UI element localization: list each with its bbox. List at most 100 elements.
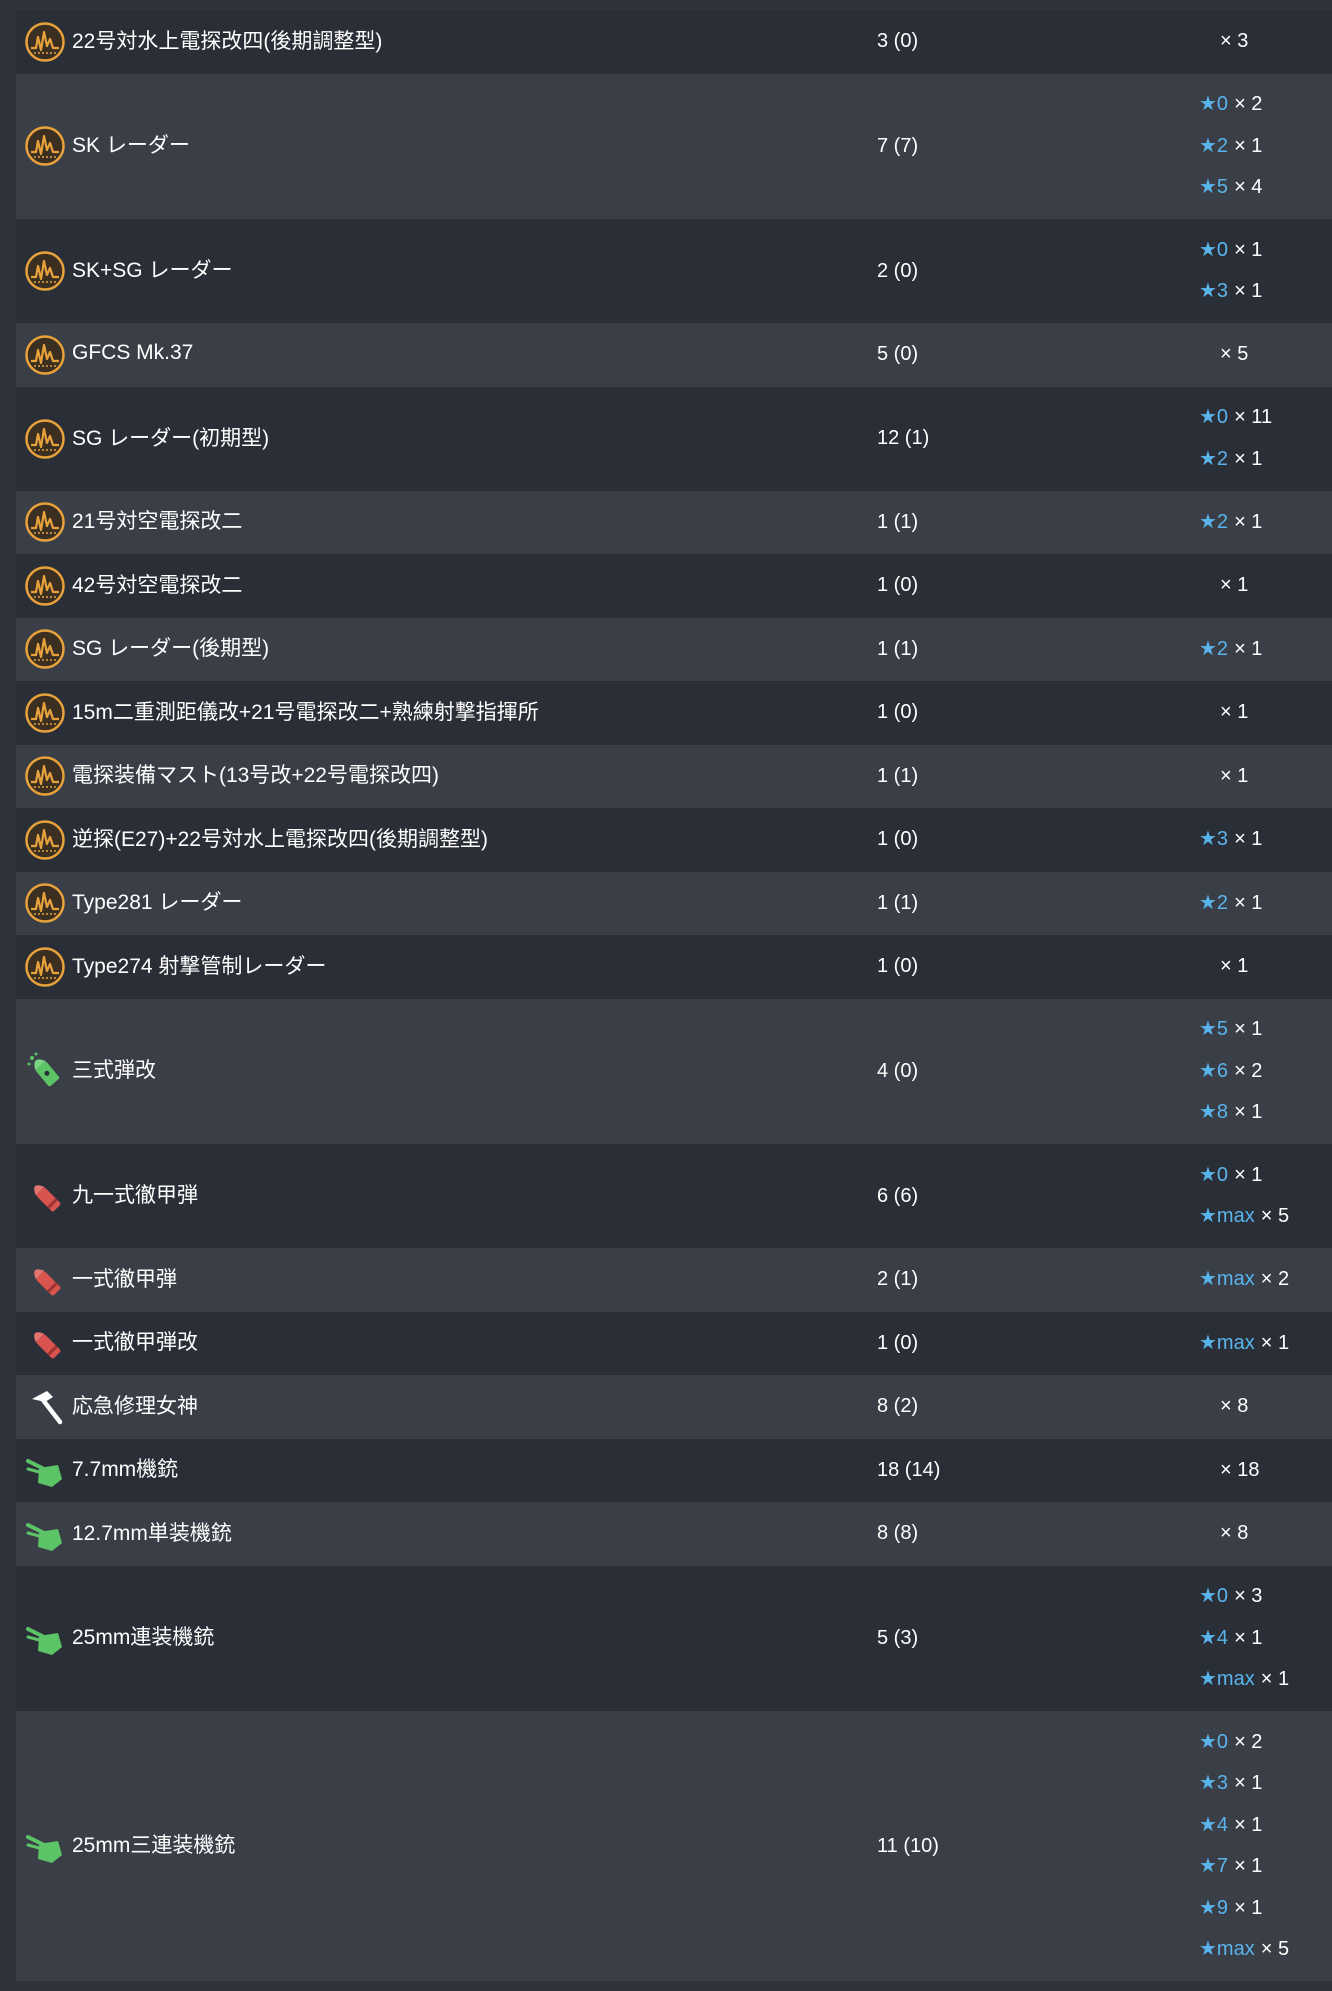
radar-icon: [24, 628, 66, 670]
equipment-count: 1 (0): [877, 1331, 919, 1354]
table-row: 7.7mm機銃 18 (14) × 18: [16, 1438, 1332, 1503]
equipment-name-cell: 逆探(E27)+22号対水上電探改四(後期調整型): [24, 808, 488, 872]
table-row: 逆探(E27)+22号対水上電探改四(後期調整型) 1 (0) ★3 × 1: [16, 808, 1332, 872]
level-entry: × 1: [1199, 692, 1248, 734]
improvement-levels: ★2 × 1: [1199, 872, 1262, 936]
level-entry: ★9 × 1: [1199, 1888, 1289, 1930]
radar-icon: [24, 819, 66, 861]
level-entry: ★max × 5: [1199, 1196, 1289, 1238]
improvement-levels: × 18: [1199, 1439, 1259, 1503]
level-entry: ★2 × 1: [1199, 502, 1262, 544]
level-entry: ★0 × 1: [1199, 1155, 1289, 1197]
table-row: SK レーダー 7 (7) ★0 × 2 ★2 × 1 ★5 × 4: [16, 73, 1332, 219]
table-row: 25mm連装機銃 5 (3) ★0 × 3 ★4 × 1 ★max × 1: [16, 1565, 1332, 1712]
equipment-count: 4 (0): [877, 1059, 919, 1082]
equipment-name: 25mm三連装機銃: [72, 1834, 236, 1857]
star-level: ★7: [1199, 1855, 1229, 1877]
level-multiplier: × 5: [1260, 1205, 1290, 1227]
equipment-count: 8 (2): [877, 1395, 919, 1418]
equipment-name-cell: Type274 射撃管制レーダー: [24, 935, 326, 999]
improvement-levels: × 1: [1199, 935, 1248, 999]
table-row: SK+SG レーダー 2 (0) ★0 × 1 ★3 × 1: [16, 219, 1332, 323]
radar-icon: [24, 334, 66, 376]
aa-gun-icon: [24, 1449, 66, 1491]
star-level: ★2: [1199, 891, 1229, 914]
level-multiplier: × 1: [1234, 134, 1263, 157]
equipment-name-cell: SK+SG レーダー: [24, 219, 232, 323]
improvement-levels: ★0 × 3 ★4 × 1 ★max × 1: [1199, 1566, 1289, 1712]
improvement-levels: ★2 × 1: [1199, 491, 1262, 555]
star-level: ★0: [1199, 238, 1229, 261]
aa-gun-icon: [24, 1617, 66, 1659]
star-level: ★max: [1199, 1938, 1255, 1960]
table-row: 42号対空電探改二 1 (0) × 1: [16, 554, 1332, 618]
improvement-levels: × 1: [1199, 554, 1248, 618]
level-multiplier: × 1: [1234, 1855, 1263, 1877]
improvement-levels: × 8: [1199, 1502, 1248, 1566]
improvement-levels: ★2 × 1: [1199, 618, 1262, 682]
level-entry: × 8: [1199, 1386, 1248, 1428]
equipment-count: 1 (0): [877, 955, 919, 978]
improvement-levels: × 1: [1199, 681, 1248, 745]
table-row: 三式弾改 4 (0) ★5 × 1 ★6 × 2 ★8 × 1: [16, 998, 1332, 1144]
star-level: ★0: [1199, 93, 1229, 115]
star-level: ★5: [1199, 1018, 1229, 1040]
table-row: 22号対水上電探改四(後期調整型) 3 (0) × 3: [16, 10, 1332, 74]
equipment-count: 2 (0): [877, 259, 919, 282]
equipment-name: SK レーダー: [72, 134, 190, 158]
equipment-name: 九一式徹甲弾: [72, 1184, 198, 1207]
radar-icon: [24, 565, 66, 607]
equipment-name: 応急修理女神: [72, 1394, 198, 1418]
radar-icon: [24, 755, 66, 797]
level-multiplier: × 1: [1234, 510, 1263, 533]
level-entry: ★0 × 2: [1199, 84, 1262, 126]
equipment-count: 11 (10): [877, 1834, 939, 1857]
level-entry: × 8: [1199, 1513, 1248, 1555]
equipment-name: 15m二重測距儀改+21号電探改二+熟練射撃指揮所: [72, 700, 539, 724]
radar-icon: [24, 125, 66, 167]
ap-shell-icon: [24, 1175, 66, 1217]
table-row: Type281 レーダー 1 (1) ★2 × 1: [16, 871, 1332, 936]
level-multiplier: × 1: [1234, 447, 1263, 470]
level-entry: ★5 × 1: [1199, 1009, 1262, 1051]
level-multiplier: × 1: [1234, 1101, 1263, 1123]
equipment-name: 7.7mm機銃: [72, 1458, 179, 1482]
level-entry: ★0 × 11: [1199, 397, 1272, 439]
level-entry: ★7 × 1: [1199, 1846, 1289, 1888]
equipment-name: 一式徹甲弾: [72, 1267, 177, 1291]
radar-icon: [24, 882, 66, 924]
equipment-name-cell: 25mm連装機銃: [24, 1566, 214, 1712]
equipment-count: 12 (1): [877, 427, 930, 449]
level-entry: × 3: [1199, 21, 1248, 63]
improvement-levels: × 3: [1199, 10, 1248, 74]
equipment-count: 3 (0): [877, 30, 919, 53]
improvement-levels: ★0 × 2 ★3 × 1 ★4 × 1 ★7 × 1 ★9 × 1 ★max × 5: [1199, 1711, 1289, 1981]
level-entry: ★2 × 1: [1199, 126, 1262, 168]
level-entry: ★2 × 1: [1199, 629, 1262, 671]
table-row: GFCS Mk.37 5 (0) × 5: [16, 323, 1332, 387]
level-entry: × 18: [1199, 1450, 1259, 1492]
aa-gun-icon: [24, 1513, 66, 1555]
star-level: ★0: [1199, 1730, 1229, 1753]
star-level: ★2: [1199, 134, 1229, 157]
improvement-levels: ★max × 1: [1199, 1312, 1289, 1376]
equipment-count: 1 (0): [877, 574, 919, 597]
improvement-levels: × 1: [1199, 745, 1248, 809]
star-level: ★0: [1199, 1163, 1229, 1186]
equipment-count: 1 (1): [877, 764, 919, 787]
level-entry: ★2 × 1: [1199, 439, 1272, 481]
equipment-count: 1 (0): [877, 828, 919, 851]
equipment-name: 25mm連装機銃: [72, 1626, 215, 1650]
radar-icon: [24, 21, 66, 63]
level-multiplier: × 1: [1234, 1163, 1263, 1186]
equipment-name-cell: 九一式徹甲弾: [24, 1144, 198, 1248]
level-multiplier: × 5: [1260, 1938, 1290, 1960]
repair-hammer-icon: [24, 1386, 66, 1428]
equipment-count: 1 (1): [877, 637, 919, 660]
equipment-table: 22号対水上電探改四(後期調整型) 3 (0) × 3 SK レーダー 7 (7) ★0…: [16, 10, 1332, 1981]
equipment-name: 一式徹甲弾改: [72, 1331, 198, 1355]
improvement-levels: ★0 × 1 ★3 × 1: [1199, 219, 1262, 323]
level-multiplier: × 1: [1220, 701, 1249, 723]
level-multiplier: × 5: [1220, 343, 1249, 365]
equipment-name-cell: 21号対空電探改二: [24, 491, 242, 555]
